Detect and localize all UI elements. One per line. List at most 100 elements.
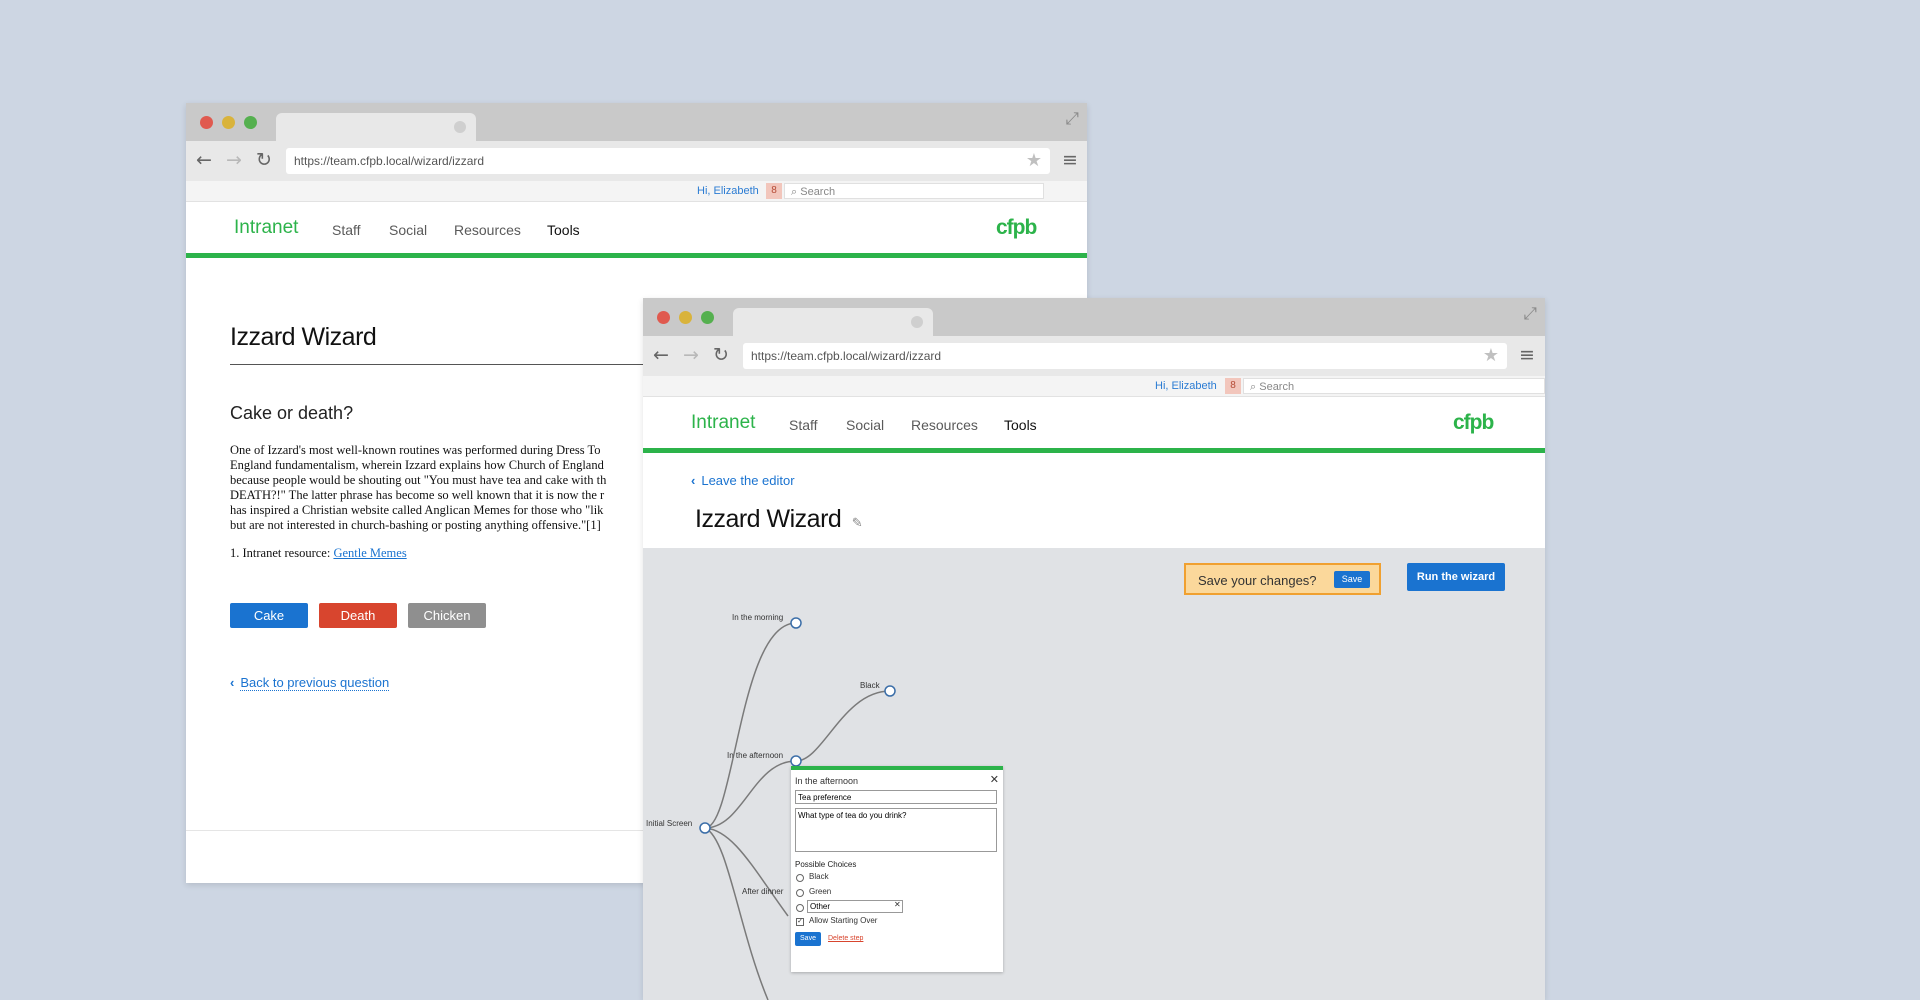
zoom-window-button[interactable] (701, 311, 714, 324)
radio-choice-other[interactable] (796, 904, 804, 912)
back-arrow-icon[interactable]: ← (653, 344, 669, 366)
leave-editor-link[interactable]: ‹ Leave the editor (691, 473, 795, 488)
tree-node-afternoon (790, 755, 802, 767)
nav-staff[interactable]: Staff (789, 417, 818, 433)
question-heading: Cake or death? (230, 403, 354, 423)
editor-title-row: Izzard Wizard ✎ (695, 505, 863, 534)
nav-staff[interactable]: Staff (332, 222, 361, 238)
fullscreen-icon[interactable]: ⤢ (1065, 109, 1079, 129)
step-title-input[interactable] (795, 790, 997, 804)
minimize-window-button[interactable] (222, 116, 235, 129)
back-arrow-icon[interactable]: ← (196, 149, 212, 171)
back-to-previous-link[interactable]: ‹ Back to previous question (230, 675, 390, 691)
front-browser-window: ⤢ ← → ↻ https://team.cfpb.local/wizard/i… (643, 298, 1545, 1000)
close-icon[interactable]: ✕ (990, 773, 999, 786)
question-body: One of Izzard's most well-known routines… (230, 443, 606, 533)
step-editor-popup: In the afternoon ✕ What type of tea do y… (791, 766, 1003, 972)
choice-label-black: Black (809, 872, 829, 881)
nav-resources[interactable]: Resources (454, 222, 521, 238)
edge-initial-morning (704, 622, 797, 829)
close-window-button[interactable] (200, 116, 213, 129)
cfpb-logo[interactable]: cfpb (996, 216, 1037, 240)
leave-editor-label: Leave the editor (701, 473, 795, 488)
nav-resources[interactable]: Resources (911, 417, 978, 433)
minimize-window-button[interactable] (679, 311, 692, 324)
body-line: DEATH?!" The latter phrase has become so… (230, 488, 605, 502)
site-search-input[interactable]: ⌕ Search (1243, 378, 1545, 394)
bookmark-star-icon[interactable]: ★ (1026, 148, 1042, 174)
cfpb-logo[interactable]: cfpb (1453, 411, 1494, 435)
browser-menu-icon[interactable]: ≡ (1062, 149, 1078, 171)
browser-menu-icon[interactable]: ≡ (1519, 344, 1535, 366)
utility-bar: Hi, Elizabeth 8 ⌕ Search (186, 181, 1087, 202)
popup-heading: In the afternoon (795, 776, 859, 786)
tree-node-black (884, 685, 896, 697)
save-changes-bar: Save your changes? Save (1184, 563, 1381, 595)
death-button[interactable]: Death (319, 603, 397, 628)
node-label-initial[interactable]: Initial Screen (646, 819, 692, 828)
step-save-button[interactable]: Save (795, 932, 821, 946)
resource-line: 1. Intranet resource: Gentle Memes (230, 546, 407, 561)
notification-badge[interactable]: 8 (766, 183, 782, 199)
chicken-button[interactable]: Chicken (408, 603, 486, 628)
wizard-editor-canvas[interactable]: Save your changes? Save Run the wizard I… (643, 548, 1545, 1000)
nav-social[interactable]: Social (389, 222, 427, 238)
gentle-memes-link[interactable]: Gentle Memes (333, 546, 406, 560)
bookmark-star-icon[interactable]: ★ (1483, 343, 1499, 369)
tab-close-icon[interactable] (454, 121, 466, 133)
close-window-button[interactable] (657, 311, 670, 324)
save-changes-button[interactable]: Save (1334, 571, 1370, 588)
page-title: Izzard Wizard (695, 505, 842, 533)
radio-choice-green[interactable] (796, 889, 804, 897)
brand-intranet-link[interactable]: Intranet (234, 217, 298, 239)
possible-choices-label: Possible Choices (795, 860, 857, 869)
browser-tab[interactable] (733, 308, 933, 336)
tree-node-initial (699, 822, 711, 834)
search-placeholder: Search (800, 186, 836, 198)
site-navbar: Intranet Staff Social Resources Tools cf… (643, 397, 1545, 453)
other-choice-input[interactable] (807, 900, 903, 913)
reload-icon[interactable]: ↻ (256, 149, 272, 171)
step-question-textarea[interactable]: What type of tea do you drink? (795, 808, 997, 852)
nav-social[interactable]: Social (846, 417, 884, 433)
browser-tab[interactable] (276, 113, 476, 141)
cake-button[interactable]: Cake (230, 603, 308, 628)
forward-arrow-icon[interactable]: → (683, 344, 699, 366)
address-bar[interactable]: https://team.cfpb.local/wizard/izzard ★ (286, 148, 1050, 174)
nav-tools[interactable]: Tools (1004, 417, 1037, 433)
run-wizard-button[interactable]: Run the wizard (1407, 563, 1505, 591)
edit-pencil-icon[interactable]: ✎ (852, 515, 863, 530)
reload-icon[interactable]: ↻ (713, 344, 729, 366)
back-link-label: Back to previous question (240, 675, 390, 691)
radio-choice-black[interactable] (796, 874, 804, 882)
node-label-after-dinner[interactable]: After dinner (742, 887, 783, 896)
clear-choice-icon[interactable]: ✕ (894, 900, 901, 909)
delete-step-link[interactable]: Delete step (828, 935, 863, 942)
user-greeting-link[interactable]: Hi, Elizabeth (697, 181, 759, 201)
allow-restart-checkbox[interactable]: ✓ (796, 918, 804, 926)
search-icon: ⌕ (1250, 381, 1257, 393)
fullscreen-icon[interactable]: ⤢ (1523, 304, 1537, 324)
body-line: One of Izzard's most well-known routines… (230, 443, 601, 457)
search-icon: ⌕ (791, 186, 798, 198)
save-changes-prompt: Save your changes? (1198, 573, 1317, 588)
forward-arrow-icon[interactable]: → (226, 149, 242, 171)
site-search-input[interactable]: ⌕ Search (784, 183, 1044, 199)
user-greeting-link[interactable]: Hi, Elizabeth (1155, 376, 1217, 396)
brand-intranet-link[interactable]: Intranet (691, 412, 755, 434)
choice-label-green: Green (809, 887, 832, 896)
browser-toolbar: ← → ↻ https://team.cfpb.local/wizard/izz… (186, 141, 1087, 181)
address-bar[interactable]: https://team.cfpb.local/wizard/izzard ★ (743, 343, 1507, 369)
zoom-window-button[interactable] (244, 116, 257, 129)
body-line: because people would be shouting out "Yo… (230, 473, 607, 487)
tab-close-icon[interactable] (911, 316, 923, 328)
site-navbar: Intranet Staff Social Resources Tools cf… (186, 202, 1087, 258)
nav-tools[interactable]: Tools (547, 222, 580, 238)
url-text: https://team.cfpb.local/wizard/izzard (751, 349, 942, 363)
chevron-left-icon: ‹ (230, 675, 235, 690)
notification-badge[interactable]: 8 (1225, 378, 1241, 394)
node-label-afternoon[interactable]: In the afternoon (727, 751, 783, 760)
node-label-morning[interactable]: In the morning (732, 613, 783, 622)
edge-afternoon-black (795, 690, 891, 762)
node-label-black[interactable]: Black (860, 681, 880, 690)
